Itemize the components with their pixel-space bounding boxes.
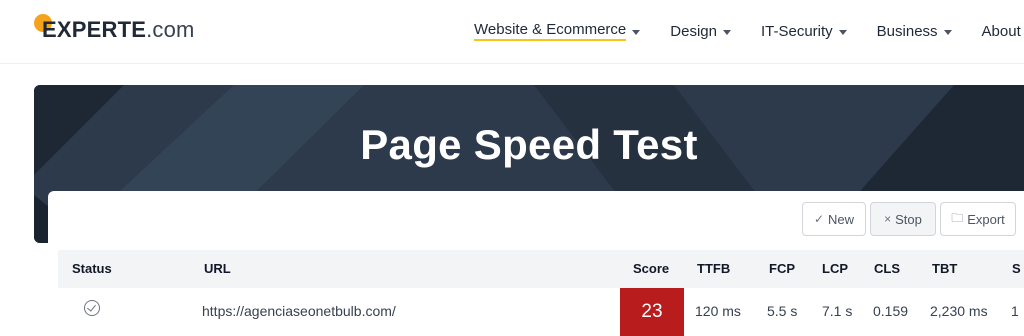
s-value: 1 xyxy=(1011,303,1019,319)
nav-it-security[interactable]: IT-Security xyxy=(761,23,847,40)
main-nav: Website & Ecommerce Design IT-Security B… xyxy=(474,20,1024,42)
tbt-value: 2,230 ms xyxy=(930,303,988,319)
column-header-score[interactable]: Score xyxy=(633,261,669,276)
nav-item-label: Design xyxy=(670,22,717,40)
ttfb-value: 120 ms xyxy=(695,303,741,319)
caret-down-icon xyxy=(943,29,952,35)
column-header-url[interactable]: URL xyxy=(204,261,231,276)
nav-design[interactable]: Design xyxy=(670,23,731,40)
nav-item-label: Business xyxy=(876,22,938,40)
stop-button-label: Stop xyxy=(895,211,922,227)
row-url[interactable]: https://agenciaseonetbulb.com/ xyxy=(202,303,396,319)
logo-suffix-text: .com xyxy=(146,17,195,42)
nav-item-label: IT-Security xyxy=(760,22,833,40)
column-header-ttfb[interactable]: TTFB xyxy=(697,261,730,276)
check-icon: ✓ xyxy=(813,212,825,226)
column-header-fcp[interactable]: FCP xyxy=(769,261,795,276)
new-button[interactable]: ✓ New xyxy=(802,202,866,236)
export-button-label: Export xyxy=(967,211,1005,227)
nav-item-label: Website & Ecommerce xyxy=(474,21,627,41)
folder-icon: 🗀 xyxy=(951,210,964,225)
status-check-icon xyxy=(84,300,100,316)
column-header-tbt[interactable]: TBT xyxy=(932,261,957,276)
column-header-lcp[interactable]: LCP xyxy=(822,261,848,276)
column-header-status[interactable]: Status xyxy=(72,261,112,276)
experte-logo[interactable]: EXPERTE.com xyxy=(34,14,195,46)
nav-website-ecommerce[interactable]: Website & Ecommerce xyxy=(474,21,641,41)
score-value: 23 xyxy=(641,301,663,322)
caret-down-icon xyxy=(838,29,847,35)
new-button-label: New xyxy=(828,211,855,227)
close-icon: × xyxy=(884,212,892,226)
export-button[interactable]: 🗀 Export xyxy=(940,202,1016,236)
page-title: Page Speed Test xyxy=(360,121,698,168)
logo-main-text: EXPERTE xyxy=(42,17,147,42)
column-header-cls[interactable]: CLS xyxy=(874,261,900,276)
caret-down-icon xyxy=(722,29,731,35)
fcp-value: 5.5 s xyxy=(767,303,798,319)
column-header-s[interactable]: S xyxy=(1012,261,1021,276)
nav-business[interactable]: Business xyxy=(877,23,952,40)
top-navigation-bar: EXPERTE.com Website & Ecommerce Design I… xyxy=(0,0,1024,64)
stop-button[interactable]: × Stop xyxy=(870,202,936,236)
cls-value: 0.159 xyxy=(873,303,909,319)
caret-down-icon xyxy=(632,29,641,35)
lcp-value: 7.1 s xyxy=(822,303,853,319)
score-badge: 23 xyxy=(620,288,684,336)
nav-item-label: About xyxy=(981,22,1021,40)
nav-about[interactable]: About xyxy=(982,23,1021,40)
